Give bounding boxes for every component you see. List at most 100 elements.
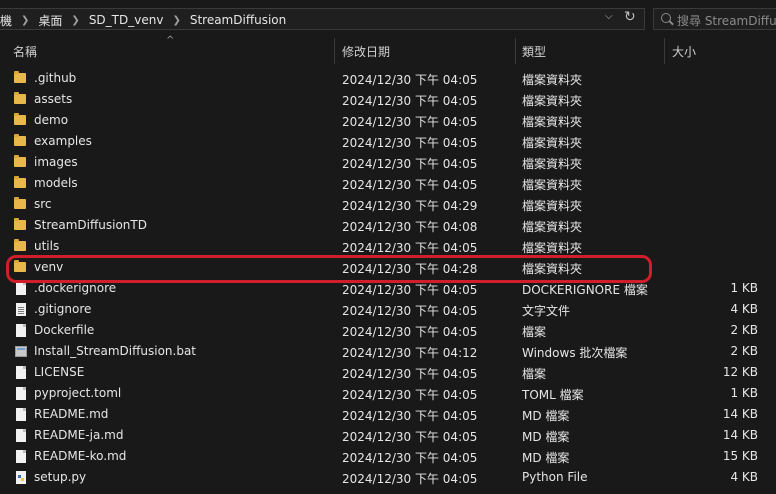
column-header: ^ 名稱 修改日期 類型 大小 <box>0 35 776 64</box>
column-header-name[interactable]: 名稱 <box>13 43 37 60</box>
file-row[interactable]: LICENSE 2024/12/30 下午 04:05 檔案 12 KB <box>0 362 776 383</box>
file-row[interactable]: src 2024/12/30 下午 04:29 檔案資料夾 <box>0 194 776 215</box>
py-icon <box>16 471 26 484</box>
search-input[interactable]: 搜尋 StreamDiffusion <box>653 8 776 30</box>
file-type: 檔案 <box>522 325 547 339</box>
file-size: 1 KB <box>730 386 758 400</box>
file-type: MD 檔案 <box>522 430 570 444</box>
file-row[interactable]: README-ko.md 2024/12/30 下午 04:05 MD 檔案 15 K… <box>0 446 776 467</box>
chevron-right-icon[interactable]: ❯ <box>71 15 79 26</box>
file-row[interactable]: utils 2024/12/30 下午 04:05 檔案資料夾 <box>0 236 776 257</box>
file-row[interactable]: models 2024/12/30 下午 04:05 檔案資料夾 <box>0 173 776 194</box>
file-size: 12 KB <box>722 365 758 379</box>
file-type: Windows 批次檔案 <box>522 346 628 360</box>
folder-icon <box>14 239 26 251</box>
file-type: 文字文件 <box>522 304 571 318</box>
file-size: 2 KB <box>730 323 758 337</box>
folder-icon <box>14 92 26 104</box>
breadcrumb-item-this-pc[interactable]: 機 <box>0 12 12 29</box>
breadcrumb-item-desktop[interactable]: 桌面 <box>38 12 62 29</box>
address-bar[interactable]: 機 ❯ 桌面 ❯ SD_TD_venv ❯ StreamDiffusion ⌵ … <box>0 8 645 30</box>
column-divider[interactable] <box>334 38 335 64</box>
breadcrumb-item-sd-td-venv[interactable]: SD_TD_venv <box>89 13 164 27</box>
file-name: .gitignore <box>34 302 92 316</box>
refresh-icon[interactable]: ↻ <box>624 9 636 25</box>
file-row[interactable]: examples 2024/12/30 下午 04:05 檔案資料夾 <box>0 131 776 152</box>
file-size: 1 KB <box>730 281 758 295</box>
file-name: Install_StreamDiffusion.bat <box>34 344 197 358</box>
file-icon <box>16 450 26 463</box>
file-name: README-ja.md <box>34 428 124 442</box>
file-row[interactable]: assets 2024/12/30 下午 04:05 檔案資料夾 <box>0 89 776 110</box>
file-date: 2024/12/30 下午 04:05 <box>342 94 478 108</box>
file-size: 2 KB <box>730 344 758 358</box>
file-row[interactable]: images 2024/12/30 下午 04:05 檔案資料夾 <box>0 152 776 173</box>
file-row[interactable]: .github 2024/12/30 下午 04:05 檔案資料夾 <box>0 68 776 89</box>
folder-icon <box>14 71 26 83</box>
file-type: TOML 檔案 <box>522 388 584 402</box>
file-type: 檔案資料夾 <box>522 157 583 171</box>
chevron-right-icon[interactable]: ❯ <box>172 15 180 26</box>
file-row[interactable]: Dockerfile 2024/12/30 下午 04:05 檔案 2 KB <box>0 320 776 341</box>
breadcrumb: 機 ❯ 桌面 ❯ SD_TD_venv ❯ StreamDiffusion <box>0 12 286 28</box>
file-type: 檔案資料夾 <box>522 241 583 255</box>
folder-icon <box>14 113 26 125</box>
file-date: 2024/12/30 下午 04:05 <box>342 136 478 150</box>
file-size: 4 KB <box>730 470 758 484</box>
file-date: 2024/12/30 下午 04:05 <box>342 451 478 465</box>
file-name: src <box>34 197 52 211</box>
file-row[interactable]: .gitignore 2024/12/30 下午 04:05 文字文件 4 KB <box>0 299 776 320</box>
file-icon <box>16 324 26 337</box>
file-row[interactable]: README.md 2024/12/30 下午 04:05 MD 檔案 14 KB <box>0 404 776 425</box>
file-icon <box>16 282 26 295</box>
column-divider[interactable] <box>664 38 665 64</box>
file-date: 2024/12/30 下午 04:05 <box>342 430 478 444</box>
folder-icon <box>14 176 26 188</box>
file-date: 2024/12/30 下午 04:08 <box>342 220 478 234</box>
file-type: 檔案資料夾 <box>522 115 583 129</box>
file-row[interactable]: demo 2024/12/30 下午 04:05 檔案資料夾 <box>0 110 776 131</box>
file-type: MD 檔案 <box>522 409 570 423</box>
file-size: 14 KB <box>722 428 758 442</box>
file-name: .github <box>34 71 77 85</box>
file-date: 2024/12/30 下午 04:05 <box>342 115 478 129</box>
file-row[interactable]: README-ja.md 2024/12/30 下午 04:05 MD 檔案 14 K… <box>0 425 776 446</box>
file-date: 2024/12/30 下午 04:05 <box>342 325 478 339</box>
file-date: 2024/12/30 下午 04:05 <box>342 283 478 297</box>
chevron-right-icon[interactable]: ❯ <box>21 15 29 26</box>
column-header-date[interactable]: 修改日期 <box>342 43 390 60</box>
file-name: setup.py <box>34 470 87 484</box>
file-row[interactable]: pyproject.toml 2024/12/30 下午 04:05 TOML 檔案… <box>0 383 776 404</box>
bat-icon <box>15 346 27 357</box>
file-icon <box>16 408 26 421</box>
breadcrumb-item-streamdiffusion[interactable]: StreamDiffusion <box>190 13 286 27</box>
file-date: 2024/12/30 下午 04:29 <box>342 199 478 213</box>
folder-icon <box>14 155 26 167</box>
file-type: MD 檔案 <box>522 451 570 465</box>
file-name: models <box>34 176 78 190</box>
chevron-down-icon[interactable]: ⌵ <box>605 11 613 22</box>
file-row[interactable]: setup.py 2024/12/30 下午 04:05 Python File 4 … <box>0 467 776 488</box>
file-row[interactable]: Install_StreamDiffusion.bat 2024/12/30 下午… <box>0 341 776 362</box>
file-row[interactable]: StreamDiffusionTD 2024/12/30 下午 04:08 檔案資料… <box>0 215 776 236</box>
file-size: 14 KB <box>722 407 758 421</box>
file-date: 2024/12/30 下午 04:05 <box>342 409 478 423</box>
file-name: utils <box>34 239 60 253</box>
file-type: 檔案 <box>522 367 547 381</box>
file-type: 檔案資料夾 <box>522 94 583 108</box>
file-type: 檔案資料夾 <box>522 178 583 192</box>
file-icon <box>16 387 26 400</box>
file-type: 檔案資料夾 <box>522 73 583 87</box>
file-date: 2024/12/30 下午 04:12 <box>342 346 478 360</box>
file-date: 2024/12/30 下午 04:05 <box>342 304 478 318</box>
column-header-type[interactable]: 類型 <box>522 43 546 60</box>
file-name: README.md <box>34 407 109 421</box>
column-divider[interactable] <box>515 38 516 64</box>
file-name: demo <box>34 113 69 127</box>
search-icon <box>661 13 671 23</box>
file-name: .dockerignore <box>34 281 117 295</box>
file-size: 15 KB <box>722 449 758 463</box>
file-name: examples <box>34 134 92 148</box>
column-header-size[interactable]: 大小 <box>672 43 696 60</box>
file-date: 2024/12/30 下午 04:05 <box>342 388 478 402</box>
